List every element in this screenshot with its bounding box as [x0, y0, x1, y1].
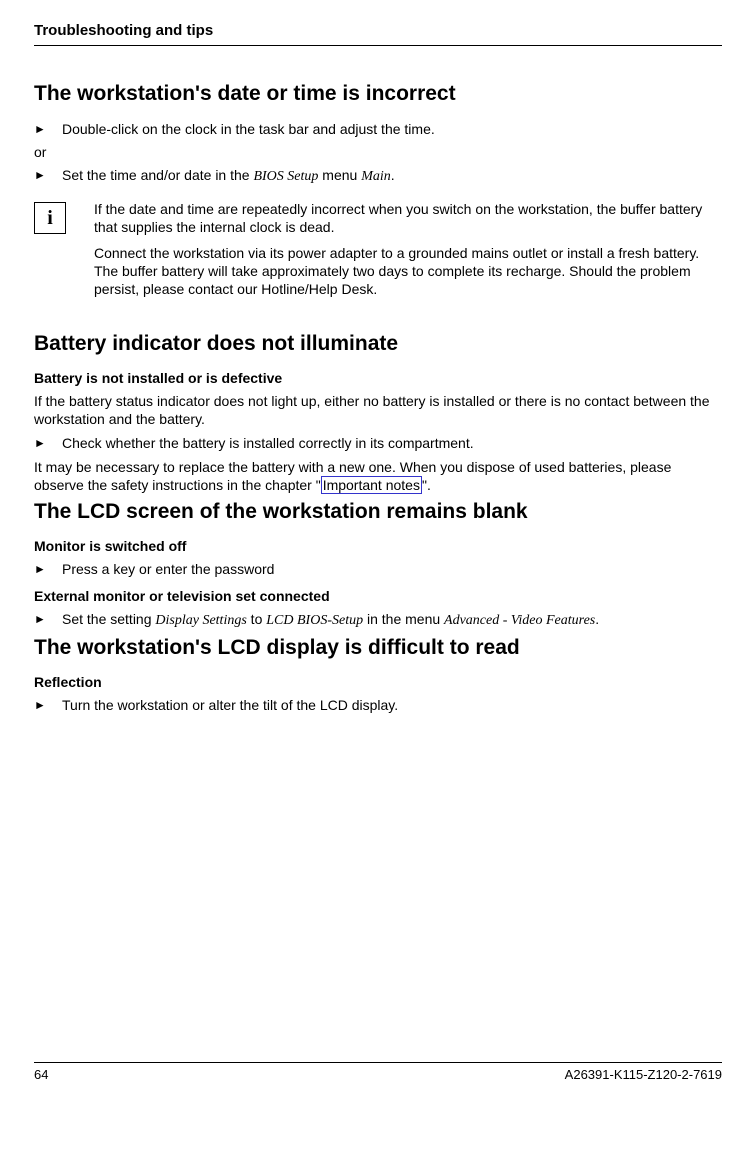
triangle-bullet-icon: ►: [34, 610, 62, 630]
subheading-reflection: Reflection: [34, 674, 722, 690]
instruction-text: Set the time and/or date in the BIOS Set…: [62, 166, 722, 186]
triangle-bullet-icon: ►: [34, 166, 62, 186]
triangle-bullet-icon: ►: [34, 696, 62, 714]
triangle-bullet-icon: ►: [34, 434, 62, 452]
instruction-item: ► Set the setting Display Settings to LC…: [34, 610, 722, 630]
heading-battery-indicator: Battery indicator does not illuminate: [34, 332, 722, 356]
or-separator: or: [34, 144, 722, 160]
info-paragraph: If the date and time are repeatedly inco…: [94, 200, 722, 236]
body-paragraph: If the battery status indicator does not…: [34, 392, 722, 428]
instruction-item: ► Press a key or enter the password: [34, 560, 722, 578]
heading-lcd-blank: The LCD screen of the workstation remain…: [34, 500, 722, 524]
text-fragment: .: [595, 611, 599, 627]
instruction-text: Double-click on the clock in the task ba…: [62, 120, 722, 138]
instruction-item: ► Set the time and/or date in the BIOS S…: [34, 166, 722, 186]
page-footer: 64 A26391-K115-Z120-2-7619: [34, 1062, 722, 1082]
page-number: 64: [34, 1067, 48, 1082]
instruction-text: Turn the workstation or alter the tilt o…: [62, 696, 722, 714]
text-fragment: Set the time and/or date in the: [62, 167, 253, 183]
instruction-text: Check whether the battery is installed c…: [62, 434, 722, 452]
instruction-item: ► Turn the workstation or alter the tilt…: [34, 696, 722, 714]
instruction-item: ► Double-click on the clock in the task …: [34, 120, 722, 138]
subheading-battery-not-installed: Battery is not installed or is defective: [34, 370, 722, 386]
bios-setup-term: BIOS Setup: [253, 169, 318, 184]
document-page: Troubleshooting and tips The workstation…: [0, 0, 750, 1100]
advanced-video-features-term: Advanced - Video Features: [444, 613, 595, 628]
info-icon: i: [34, 202, 66, 234]
document-id: A26391-K115-Z120-2-7619: [565, 1067, 722, 1082]
instruction-text: Set the setting Display Settings to LCD …: [62, 610, 722, 630]
info-note-text: If the date and time are repeatedly inco…: [94, 200, 722, 306]
text-fragment: in the menu: [363, 611, 444, 627]
text-fragment: ".: [422, 477, 431, 493]
text-fragment: to: [247, 611, 266, 627]
info-note-block: i If the date and time are repeatedly in…: [34, 200, 722, 306]
text-fragment: menu: [318, 167, 361, 183]
lcd-bios-setup-term: LCD BIOS-Setup: [266, 613, 363, 628]
important-notes-link[interactable]: Important notes: [321, 476, 422, 494]
display-settings-term: Display Settings: [155, 613, 246, 628]
subheading-monitor-off: Monitor is switched off: [34, 538, 722, 554]
subheading-external-monitor: External monitor or television set conne…: [34, 588, 722, 604]
triangle-bullet-icon: ►: [34, 120, 62, 138]
triangle-bullet-icon: ►: [34, 560, 62, 578]
info-paragraph: Connect the workstation via its power ad…: [94, 244, 722, 298]
instruction-text: Press a key or enter the password: [62, 560, 722, 578]
body-paragraph: It may be necessary to replace the batte…: [34, 458, 722, 494]
heading-lcd-difficult-read: The workstation's LCD display is difficu…: [34, 636, 722, 660]
text-fragment: Set the setting: [62, 611, 155, 627]
text-fragment: .: [391, 167, 395, 183]
menu-main-term: Main: [361, 169, 391, 184]
heading-date-time-incorrect: The workstation's date or time is incorr…: [34, 82, 722, 106]
instruction-item: ► Check whether the battery is installed…: [34, 434, 722, 452]
running-header: Troubleshooting and tips: [34, 22, 722, 46]
